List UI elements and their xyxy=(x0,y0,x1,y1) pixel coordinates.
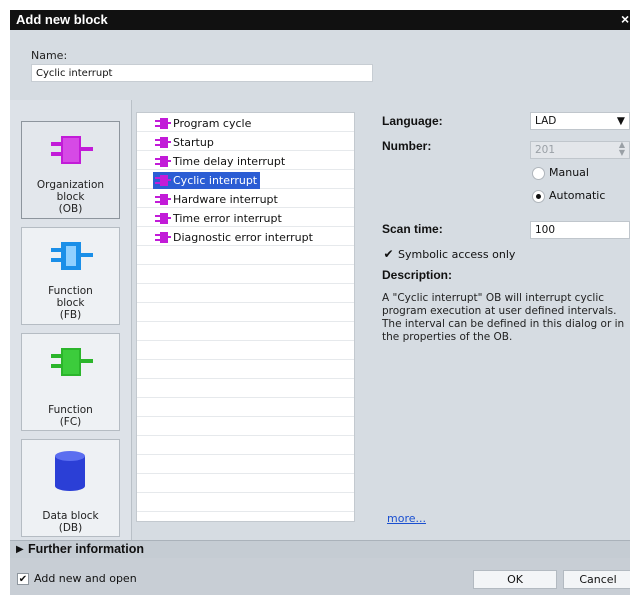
ob-type-hardware-interrupt[interactable]: Hardware interrupt xyxy=(153,191,281,208)
further-information-label: Further information xyxy=(28,542,144,556)
name-label: Name: xyxy=(31,49,68,62)
spinner-icon: ▲ ▼ xyxy=(618,140,625,157)
scan-time-label: Scan time: xyxy=(382,222,443,236)
ob-icon xyxy=(155,118,171,129)
function-block-label: Function block (FB) xyxy=(48,285,93,321)
ob-icon xyxy=(155,194,171,205)
description-line: program execution at user defined interv… xyxy=(382,305,617,317)
symbolic-access-label: Symbolic access only xyxy=(398,248,516,261)
ob-type-label: Diagnostic error interrupt xyxy=(173,231,313,244)
automatic-radio[interactable] xyxy=(532,190,545,203)
ob-type-diagnostic-error-interrupt[interactable]: Diagnostic error interrupt xyxy=(153,229,316,246)
expand-arrow-icon: ▶ xyxy=(16,544,24,555)
name-input[interactable] xyxy=(31,64,373,82)
scan-time-value: 100 xyxy=(535,224,556,236)
dialog-title: Add new block xyxy=(16,12,108,27)
number-field: 201 ▲ ▼ xyxy=(530,141,630,159)
ob-type-label: Time error interrupt xyxy=(173,212,282,225)
ob-type-label: Startup xyxy=(173,136,214,149)
description-line: the properties of the OB. xyxy=(382,331,513,343)
dialog-footer: ✔ Add new and open OK Cancel xyxy=(10,558,630,595)
manual-label: Manual xyxy=(549,166,589,179)
description-text: A "Cyclic interrupt" OB will interrupt c… xyxy=(382,292,630,344)
number-value: 201 xyxy=(535,144,556,156)
scan-time-input[interactable]: 100 xyxy=(530,221,630,239)
ob-icon xyxy=(155,175,171,186)
organization-block-label: Organization block (OB) xyxy=(36,179,105,215)
language-value: LAD xyxy=(535,115,557,127)
ob-icon xyxy=(155,137,171,148)
block-type-panel: Organization block (OB) Function block (… xyxy=(10,100,132,540)
ob-type-list: Program cycle Startup Time delay interru… xyxy=(136,112,355,522)
add-new-block-dialog: Add new block × Name: Organization block… xyxy=(10,10,630,595)
symbolic-access-checkbox[interactable]: ✔ xyxy=(382,248,395,261)
organization-block-tile[interactable]: Organization block (OB) xyxy=(21,121,120,219)
number-label: Number: xyxy=(382,139,432,153)
ob-type-label: Program cycle xyxy=(173,117,252,130)
function-block-icon xyxy=(51,242,93,270)
function-icon xyxy=(51,348,93,376)
ob-type-label: Cyclic interrupt xyxy=(173,174,258,187)
manual-radio[interactable] xyxy=(532,167,545,180)
ob-icon xyxy=(155,213,171,224)
ob-icon xyxy=(155,232,171,243)
language-label: Language: xyxy=(382,114,443,128)
function-block-tile[interactable]: Function block (FB) xyxy=(21,227,120,325)
title-bar: Add new block × xyxy=(10,10,630,30)
data-block-tile[interactable]: Data block (DB) xyxy=(21,439,120,537)
automatic-label: Automatic xyxy=(549,189,606,202)
close-button[interactable]: × xyxy=(621,11,629,27)
ob-type-cyclic-interrupt[interactable]: Cyclic interrupt xyxy=(153,172,261,189)
properties-panel: Language: LAD ▼ Number: 201 ▲ ▼ Manual Au… xyxy=(355,100,630,540)
radio-dot xyxy=(536,194,541,199)
further-information-bar[interactable]: ▶ Further information xyxy=(10,540,630,558)
description-label: Description: xyxy=(382,268,453,282)
cancel-button[interactable]: Cancel xyxy=(563,570,630,589)
description-line: A "Cyclic interrupt" OB will interrupt c… xyxy=(382,292,605,304)
function-tile[interactable]: Function (FC) xyxy=(21,333,120,431)
data-block-label: Data block (DB) xyxy=(42,510,99,534)
add-new-and-open-label: Add new and open xyxy=(34,572,137,585)
dropdown-arrow-icon: ▼ xyxy=(616,115,625,127)
add-new-and-open-checkbox[interactable]: ✔ xyxy=(17,573,29,585)
ok-button[interactable]: OK xyxy=(473,570,557,589)
ob-type-time-delay-interrupt[interactable]: Time delay interrupt xyxy=(153,153,288,170)
function-label: Function (FC) xyxy=(48,404,93,428)
organization-block-icon xyxy=(51,136,93,164)
language-select[interactable]: LAD ▼ xyxy=(530,112,630,130)
description-line: The interval can be defined in this dial… xyxy=(382,318,625,330)
data-block-icon xyxy=(55,451,85,491)
content-area: Organization block (OB) Function block (… xyxy=(10,100,630,540)
ob-type-startup[interactable]: Startup xyxy=(153,134,217,151)
ob-icon xyxy=(155,156,171,167)
ob-type-time-error-interrupt[interactable]: Time error interrupt xyxy=(153,210,285,227)
ob-type-label: Hardware interrupt xyxy=(173,193,278,206)
ob-type-label: Time delay interrupt xyxy=(173,155,286,168)
more-link[interactable]: more... xyxy=(387,512,426,525)
ob-type-program-cycle[interactable]: Program cycle xyxy=(153,115,254,132)
